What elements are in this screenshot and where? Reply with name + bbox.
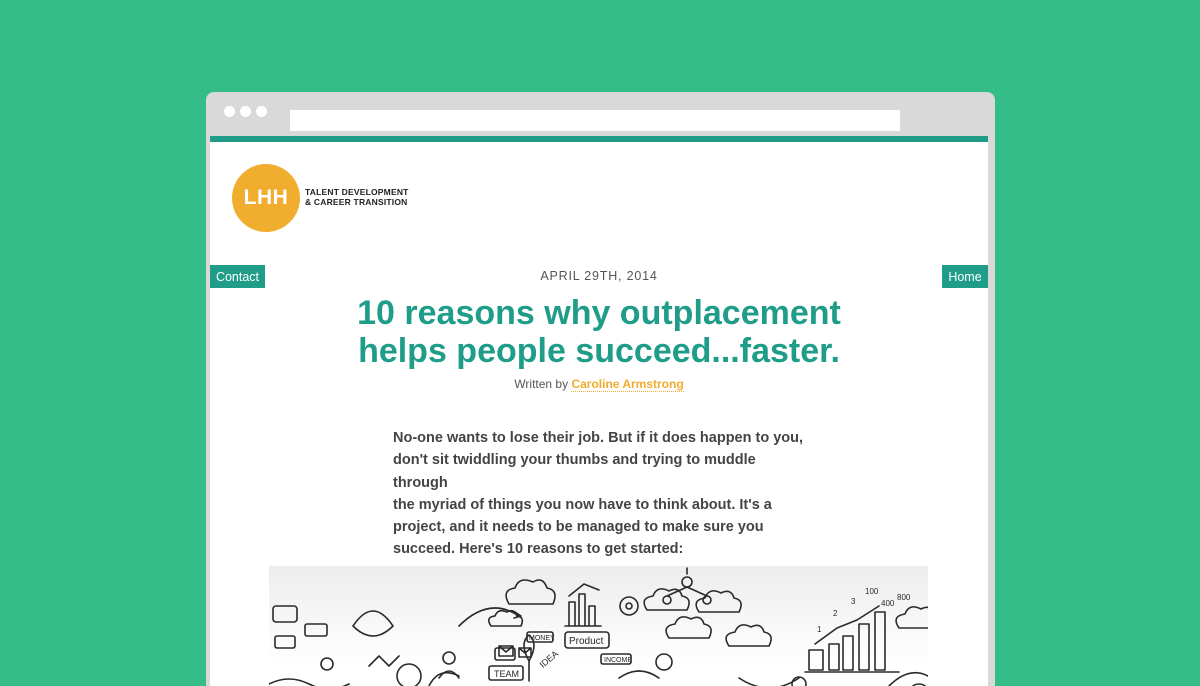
speech-bubble bbox=[494, 647, 516, 661]
idea-label: IDEA bbox=[538, 649, 561, 670]
title-line: 10 reasons why outplacement bbox=[357, 294, 841, 332]
cloud-icon bbox=[725, 624, 772, 647]
gear-icon bbox=[655, 653, 673, 671]
window-dot-icon[interactable] bbox=[224, 106, 235, 117]
author-link[interactable]: Caroline Armstrong bbox=[571, 377, 684, 392]
tagline-line: TALENT DEVELOPMENT bbox=[305, 187, 409, 197]
product-label: Product bbox=[569, 636, 604, 647]
chart-number: 800 bbox=[897, 593, 911, 602]
arrow-doodle bbox=[738, 677, 800, 686]
arrow-doodle bbox=[618, 670, 660, 679]
tagline-line: & CAREER TRANSITION bbox=[305, 197, 408, 207]
cloud-icon bbox=[665, 616, 712, 639]
article-intro: No-one wants to lose their job. But if i… bbox=[393, 427, 813, 561]
network-node bbox=[662, 595, 672, 605]
chart-number: 2 bbox=[833, 609, 838, 618]
lhh-logo[interactable]: LHH bbox=[232, 164, 300, 232]
note-box bbox=[274, 635, 296, 649]
article-date: APRIL 29TH, 2014 bbox=[540, 269, 658, 283]
page-viewport: LHH TALENT DEVELOPMENT & CAREER TRANSITI… bbox=[210, 136, 988, 686]
hero-image: MONEY Product IDEA INCOME TEAM 1 2 3 100… bbox=[269, 566, 928, 686]
intro-line: don't sit twiddling your thumbs and tryi… bbox=[393, 452, 756, 491]
note-box bbox=[272, 605, 298, 623]
window-dot-icon[interactable] bbox=[256, 106, 267, 117]
note-box bbox=[304, 623, 328, 637]
cloud-icon bbox=[895, 606, 928, 629]
chart-number: 400 bbox=[881, 599, 895, 608]
chart-number: 1 bbox=[817, 625, 822, 634]
chart-number: 3 bbox=[851, 597, 856, 606]
address-bar[interactable] bbox=[290, 110, 900, 131]
cloud-icon bbox=[643, 588, 690, 611]
income-label: INCOME bbox=[604, 657, 632, 664]
team-label: TEAM bbox=[494, 669, 519, 679]
chart-number: 100 bbox=[865, 587, 879, 596]
title-line: helps people succeed...faster. bbox=[358, 332, 840, 370]
intro-line: No-one wants to lose their job. But if i… bbox=[393, 430, 804, 446]
network-node bbox=[681, 576, 693, 588]
byline-prefix: Written by bbox=[514, 377, 569, 391]
network-node bbox=[702, 595, 712, 605]
browser-window: LHH TALENT DEVELOPMENT & CAREER TRANSITI… bbox=[206, 92, 995, 686]
intro-line: project, and it needs to be managed to m… bbox=[393, 519, 764, 536]
atom-icon bbox=[320, 657, 334, 671]
cloud-icon bbox=[505, 579, 556, 605]
window-dot-icon[interactable] bbox=[240, 106, 251, 117]
intro-line: succeed. Here's 10 reasons to get starte… bbox=[393, 541, 684, 558]
bar-chart-doodle bbox=[564, 593, 602, 627]
article-title: 10 reasons why outplacement helps people… bbox=[310, 294, 888, 370]
window-controls bbox=[224, 106, 267, 117]
byline: Written by Caroline Armstrong bbox=[210, 377, 988, 392]
gear-icon bbox=[619, 596, 639, 616]
logo-text: LHH bbox=[243, 186, 289, 209]
site-tagline: TALENT DEVELOPMENT & CAREER TRANSITION bbox=[305, 187, 409, 207]
doodle-illustration: MONEY Product IDEA INCOME TEAM 1 2 3 100… bbox=[269, 567, 928, 686]
face-icon bbox=[396, 663, 422, 686]
person-icon bbox=[442, 651, 456, 665]
intro-line: the myriad of things you now have to thi… bbox=[393, 496, 772, 513]
money-label: MONEY bbox=[529, 635, 555, 642]
